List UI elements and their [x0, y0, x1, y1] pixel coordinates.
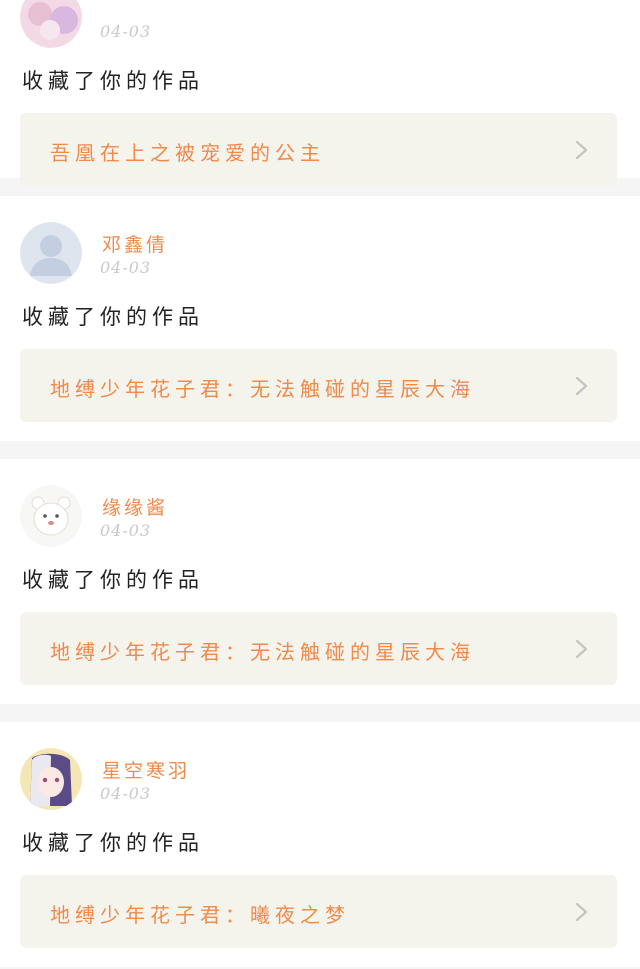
action-text: 收藏了你的作品 [22, 568, 204, 592]
chevron-right-icon [571, 901, 591, 923]
notification-card: 缘缘酱 04-03 收藏了你的作品 地缚少年花子君：无法触碰的星辰大海 [0, 459, 640, 704]
notification-feed: 04-03 收藏了你的作品 吾凰在上之被宠爱的公主 邓鑫倩 04-03 收藏了你… [0, 0, 640, 969]
chevron-right-icon [571, 638, 591, 660]
notification-date: 04-03 [100, 784, 152, 803]
notification-card: 04-03 收藏了你的作品 吾凰在上之被宠爱的公主 [0, 0, 640, 186]
work-link[interactable]: 吾凰在上之被宠爱的公主 [20, 113, 617, 186]
user-avatar[interactable] [20, 222, 82, 284]
notification-card: 邓鑫倩 04-03 收藏了你的作品 地缚少年花子君：无法触碰的星辰大海 [0, 196, 640, 441]
username[interactable]: 邓鑫倩 [102, 230, 168, 257]
default-user-avatar-icon [20, 222, 82, 284]
chevron-right-icon [571, 139, 591, 161]
notification-date: 04-03 [100, 521, 152, 540]
work-title: 地缚少年花子君：无法触碰的星辰大海 [50, 377, 475, 401]
username[interactable]: 星空寒羽 [102, 756, 190, 783]
work-title: 地缚少年花子君：曦夜之梦 [50, 903, 350, 927]
user-avatar[interactable] [20, 748, 82, 810]
bear-avatar-icon [20, 485, 82, 547]
notification-date: 04-03 [100, 22, 152, 41]
notification-date: 04-03 [100, 258, 152, 277]
work-title: 地缚少年花子君：无法触碰的星辰大海 [50, 640, 475, 664]
username[interactable]: 缘缘酱 [102, 493, 168, 520]
chevron-right-icon [571, 375, 591, 397]
user-avatar[interactable] [20, 0, 82, 48]
user-avatar[interactable] [20, 485, 82, 547]
action-text: 收藏了你的作品 [22, 305, 204, 329]
work-link[interactable]: 地缚少年花子君：曦夜之梦 [20, 875, 617, 948]
action-text: 收藏了你的作品 [22, 69, 204, 93]
work-link[interactable]: 地缚少年花子君：无法触碰的星辰大海 [20, 612, 617, 685]
notification-card: 星空寒羽 04-03 收藏了你的作品 地缚少年花子君：曦夜之梦 [0, 722, 640, 967]
anime-girl-avatar-icon [20, 748, 82, 810]
work-link[interactable]: 地缚少年花子君：无法触碰的星辰大海 [20, 349, 617, 422]
work-title: 吾凰在上之被宠爱的公主 [50, 141, 325, 165]
anime-girl-avatar-icon [20, 0, 82, 48]
action-text: 收藏了你的作品 [22, 831, 204, 855]
